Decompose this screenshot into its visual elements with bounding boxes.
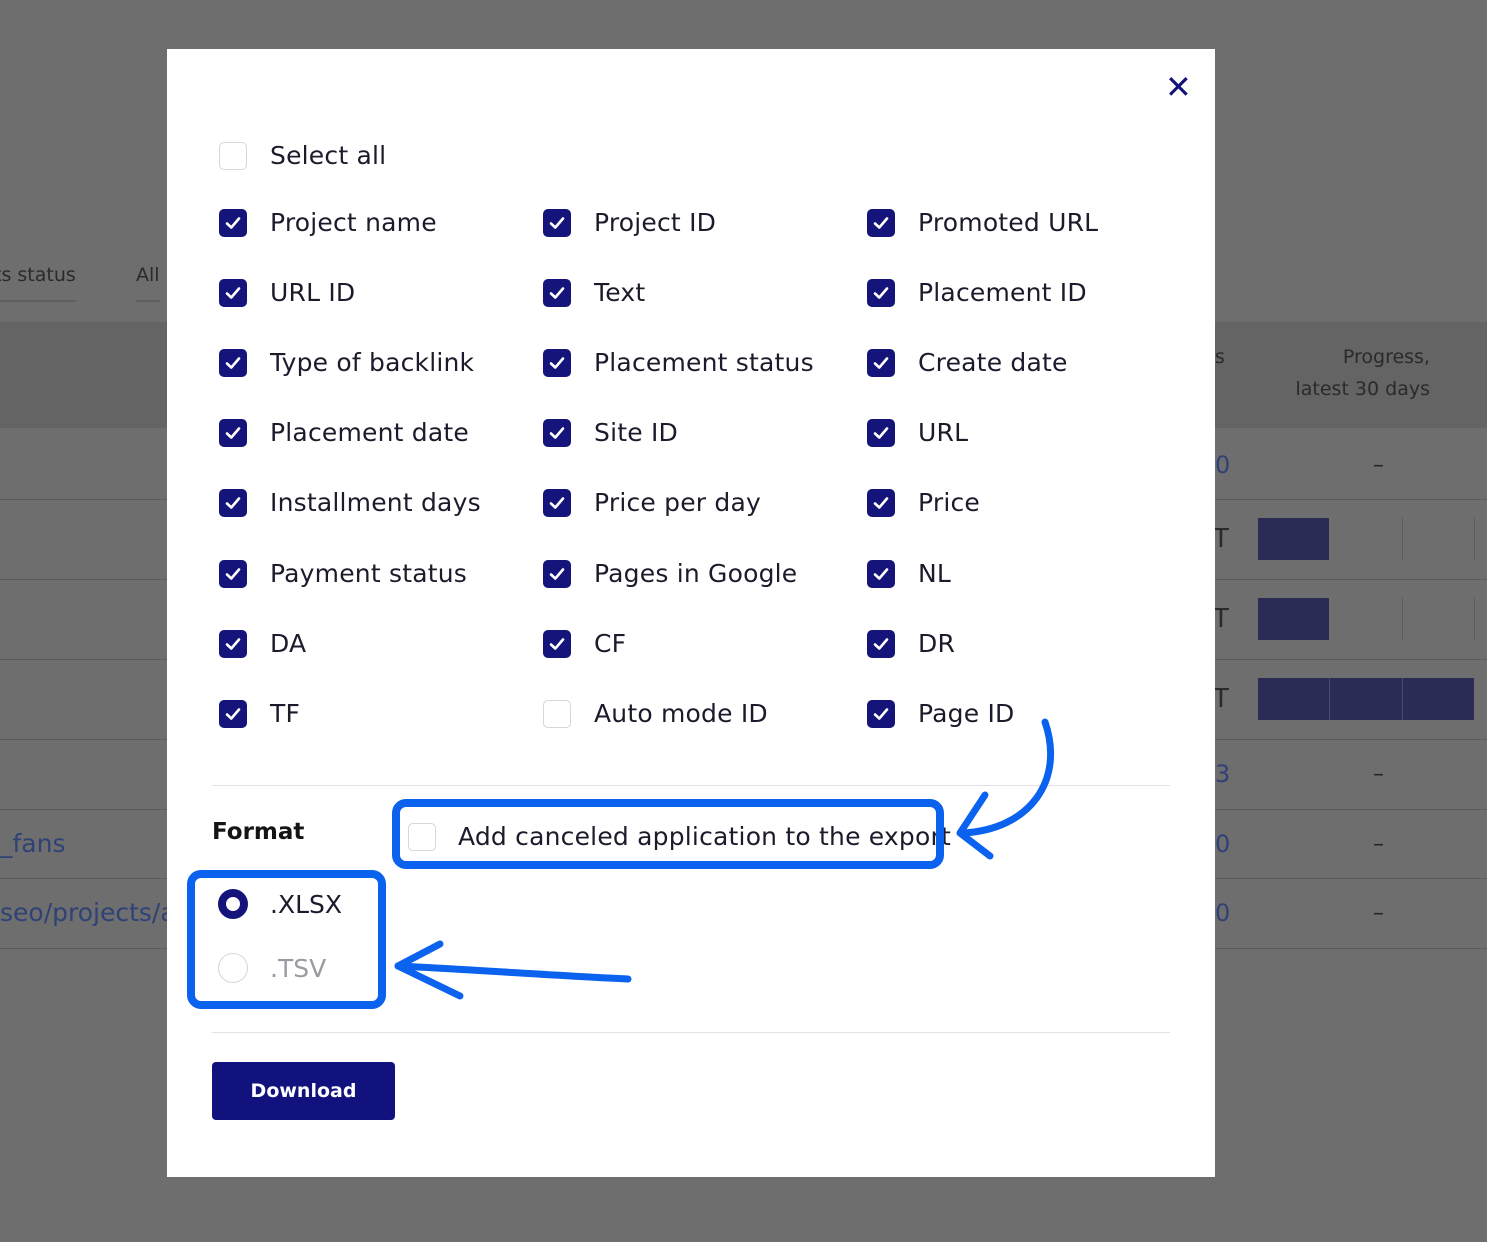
annotation-arrows xyxy=(394,718,1054,1000)
arrow-to-format xyxy=(394,962,632,983)
arrow-head-add-canceled xyxy=(956,791,994,860)
arrow-to-add-canceled xyxy=(958,718,1054,837)
